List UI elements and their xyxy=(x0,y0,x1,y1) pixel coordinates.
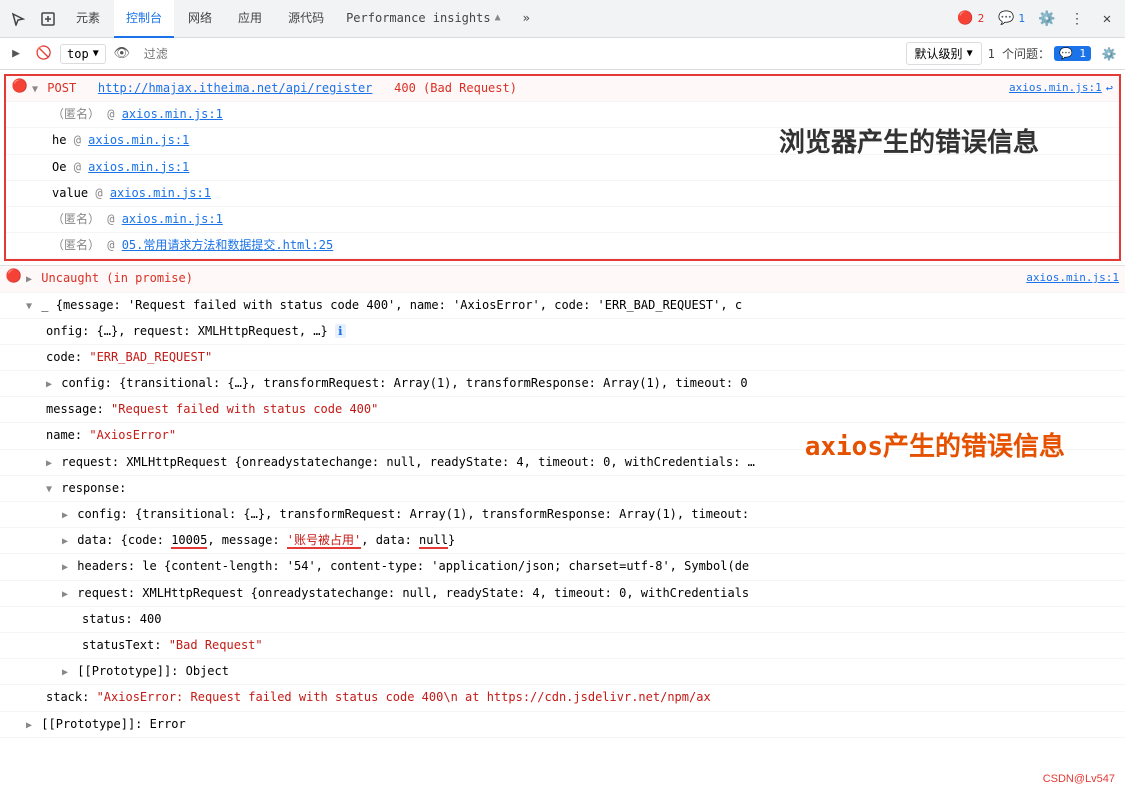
context-dropdown[interactable]: top ▼ xyxy=(60,44,106,64)
console-settings-icon[interactable]: ⚙️ xyxy=(1097,42,1121,66)
error-icon-2: 🔴 xyxy=(6,269,22,284)
response-config: ▶ config: {transitional: {…}, transformR… xyxy=(0,502,1125,528)
tab-sources[interactable]: 源代码 xyxy=(276,0,336,38)
axios-error-obj-line: ▼ _ {message: 'Request failed with statu… xyxy=(0,293,1125,319)
response-data: ▶ data: {code: 10005, message: '账号被占用', … xyxy=(0,528,1125,554)
prototype-error: ▶ [[Prototype]]: Error xyxy=(0,712,1125,738)
error-badge[interactable]: 🔴 2 xyxy=(951,9,990,28)
uncaught-source-link[interactable]: axios.min.js:1 xyxy=(1026,269,1119,287)
error-entry-main: 🔴 ▼ POST http://hmajax.itheima.net/api/r… xyxy=(6,76,1119,102)
stack-link-2[interactable]: axios.min.js:1 xyxy=(88,133,189,147)
stack-row-4: value @ axios.min.js:1 xyxy=(6,181,1119,207)
stack-line: stack: "AxiosError: Request failed with … xyxy=(0,685,1125,711)
request-line: ▶ request: XMLHttpRequest {onreadystatec… xyxy=(0,450,1125,476)
console-output: 🔴 ▼ POST http://hmajax.itheima.net/api/r… xyxy=(0,70,1125,791)
watermark: CSDN@Lv547 xyxy=(1043,773,1115,785)
stack-link-6[interactable]: 05.常用请求方法和数据提交.html:25 xyxy=(122,238,333,252)
tab-network[interactable]: 网络 xyxy=(176,0,224,38)
stack-row-5: （匿名） @ axios.min.js:1 xyxy=(6,207,1119,233)
tab-performance[interactable]: Performance insights ▲ xyxy=(338,0,509,38)
expand-triangle[interactable]: ▶ xyxy=(26,274,32,285)
prototype-obj: ▶ [[Prototype]]: Object xyxy=(0,659,1125,685)
code-line: code: "ERR_BAD_REQUEST" xyxy=(0,345,1125,371)
log-level-dropdown[interactable]: 默认级别 ▼ xyxy=(906,42,982,65)
axios-error-obj-line-cont: onfig: {…}, request: XMLHttpRequest, …} … xyxy=(0,319,1125,345)
more-options-icon[interactable]: ⋮ xyxy=(1063,5,1091,33)
clear-icon[interactable]: 🚫 xyxy=(32,42,56,66)
message-badge[interactable]: 💬 1 xyxy=(992,9,1031,28)
cursor-icon[interactable] xyxy=(4,5,32,33)
axios-error-block: 🔴 ▶ Uncaught (in promise) axios.min.js:1… xyxy=(0,266,1125,737)
tab-elements[interactable]: 元素 xyxy=(64,0,112,38)
filter-input[interactable] xyxy=(138,45,902,63)
stack-row-3: Oe @ axios.min.js:1 xyxy=(6,155,1119,181)
response-request: ▶ request: XMLHttpRequest {onreadystatec… xyxy=(0,581,1125,607)
stack-link-1[interactable]: axios.min.js:1 xyxy=(122,107,223,121)
play-icon[interactable]: ▶ xyxy=(4,42,28,66)
config-line: ▶ config: {transitional: {…}, transformR… xyxy=(0,371,1125,397)
stack-link-4[interactable]: axios.min.js:1 xyxy=(110,186,211,200)
close-icon[interactable]: ✕ xyxy=(1093,5,1121,33)
browser-error-block: 🔴 ▼ POST http://hmajax.itheima.net/api/r… xyxy=(4,74,1121,261)
tab-application[interactable]: 应用 xyxy=(226,0,274,38)
stack-link-3[interactable]: axios.min.js:1 xyxy=(88,160,189,174)
response-label: ▼ response: xyxy=(0,476,1125,502)
stack-row-6: （匿名） @ 05.常用请求方法和数据提交.html:25 xyxy=(6,233,1119,259)
console-toolbar: ▶ 🚫 top ▼ 👁 默认级别 ▼ 1 个问题： 💬 1 ⚙️ xyxy=(0,38,1125,70)
uncaught-header: 🔴 ▶ Uncaught (in promise) axios.min.js:1 xyxy=(0,266,1125,292)
stack-row-1: （匿名） @ axios.min.js:1 xyxy=(6,102,1119,128)
request-url-link[interactable]: http://hmajax.itheima.net/api/register xyxy=(98,81,373,95)
response-headers: ▶ headers: le {content-length: '54', con… xyxy=(0,554,1125,580)
status-line: status: 400 xyxy=(0,607,1125,633)
statustext-line: statusText: "Bad Request" xyxy=(0,633,1125,659)
main-toolbar: 元素 控制台 网络 应用 源代码 Performance insights ▲ … xyxy=(0,0,1125,38)
issues-count: 1 个问题： 💬 1 xyxy=(988,45,1091,62)
tab-more[interactable]: » xyxy=(511,0,542,38)
settings-icon[interactable]: ⚙️ xyxy=(1033,5,1061,33)
tab-console[interactable]: 控制台 xyxy=(114,0,174,38)
eye-icon[interactable]: 👁 xyxy=(110,42,134,66)
error-icon-1: 🔴 xyxy=(12,79,28,94)
stack-link-5[interactable]: axios.min.js:1 xyxy=(122,212,223,226)
name-line: name: "AxiosError" xyxy=(0,423,1125,449)
source-link-main[interactable]: axios.min.js:1 xyxy=(1009,79,1102,97)
inspect-icon[interactable] xyxy=(34,5,62,33)
stack-row-2: he @ axios.min.js:1 xyxy=(6,128,1119,154)
message-line: message: "Request failed with status cod… xyxy=(0,397,1125,423)
